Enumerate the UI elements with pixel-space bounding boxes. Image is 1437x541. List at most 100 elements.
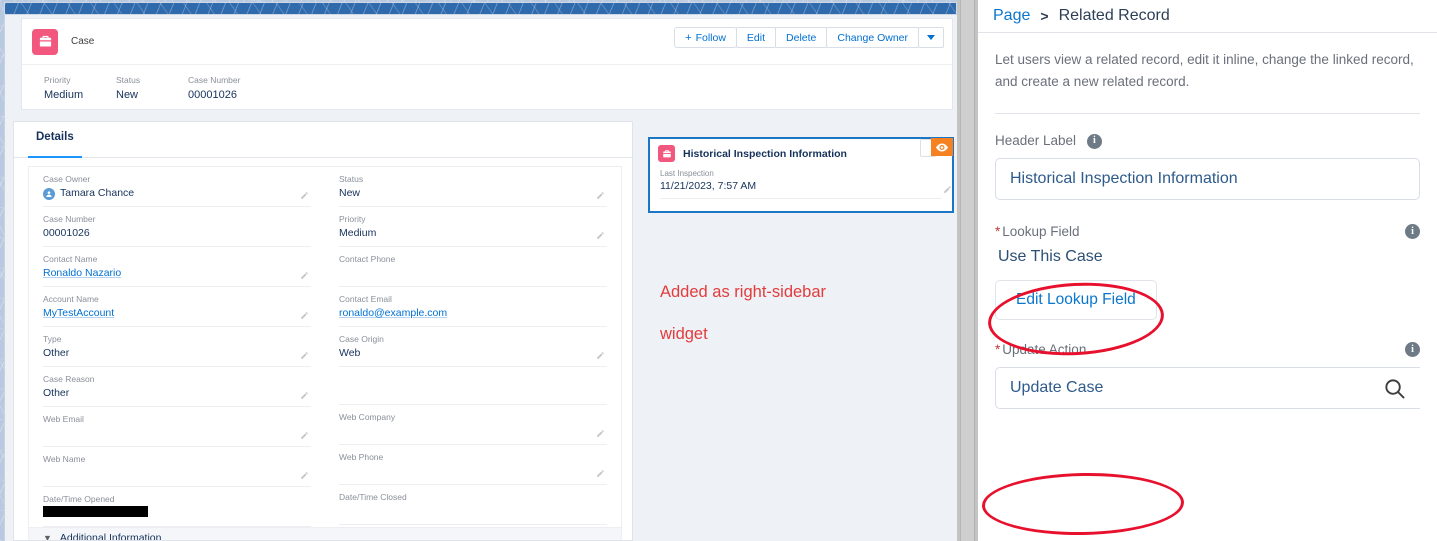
field-label: Web Name bbox=[43, 454, 86, 464]
field-value: New bbox=[339, 187, 361, 199]
edit-pencil-icon[interactable] bbox=[300, 351, 309, 360]
field-value: 00001026 bbox=[43, 227, 90, 239]
edit-pencil-icon[interactable] bbox=[300, 311, 309, 320]
info-icon[interactable]: i bbox=[1405, 224, 1420, 239]
field-label: Account Name bbox=[43, 294, 99, 304]
field-value-link[interactable]: ronaldo@example.com bbox=[339, 306, 607, 321]
field-value: Other bbox=[43, 387, 70, 399]
edit-pencil-icon[interactable] bbox=[300, 471, 309, 480]
edit-pencil-icon[interactable] bbox=[943, 185, 952, 194]
field-case-number: Case Number 00001026 bbox=[43, 207, 311, 247]
edit-pencil-icon[interactable] bbox=[596, 191, 605, 200]
change-owner-button[interactable]: Change Owner bbox=[826, 27, 919, 48]
field-value bbox=[43, 466, 311, 481]
widget-title: Historical Inspection Information bbox=[683, 147, 847, 160]
section-header-label: Additional Information bbox=[59, 532, 162, 540]
highlight-priority: Priority Medium bbox=[44, 74, 116, 103]
preview-content-region: Case + Follow Edit Delete Change Owner P… bbox=[4, 15, 957, 541]
field-account-name: Account Name MyTestAccount bbox=[43, 287, 311, 327]
highlight-status: Status New bbox=[116, 74, 188, 103]
record-action-buttons: + Follow Edit Delete Change Owner bbox=[674, 27, 944, 48]
required-marker: * bbox=[995, 224, 1001, 239]
highlights-fields: Priority Medium Status New Case Number 0… bbox=[22, 65, 952, 103]
edit-pencil-icon[interactable] bbox=[596, 351, 605, 360]
highlight-priority-label: Priority bbox=[44, 75, 71, 85]
update-action-value: Update Case bbox=[1010, 379, 1104, 396]
related-record-widget[interactable]: Historical Inspection Information Last I… bbox=[648, 137, 954, 213]
info-icon[interactable]: i bbox=[1086, 133, 1102, 149]
details-card: Details Case Owner Tamara Chance Case Nu… bbox=[13, 121, 633, 541]
field-label: Type bbox=[43, 334, 62, 344]
breadcrumb-page-link[interactable]: Page bbox=[993, 7, 1030, 25]
field-value bbox=[339, 266, 607, 281]
field-value-link[interactable]: Tamara Chance bbox=[60, 186, 134, 201]
field-value-row: Tamara Chance bbox=[43, 186, 311, 201]
field-case-owner: Case Owner Tamara Chance bbox=[43, 167, 311, 207]
delete-button[interactable]: Delete bbox=[775, 27, 828, 48]
details-column-right: Status New Priority Medium Contact Phone… bbox=[325, 167, 621, 527]
widget-header: Historical Inspection Information bbox=[650, 138, 953, 166]
gutter-track[interactable] bbox=[960, 0, 975, 541]
panel-divider bbox=[995, 113, 1420, 114]
header-label-text: Header Label bbox=[995, 133, 1077, 148]
preview-right-sidebar: Historical Inspection Information Last I… bbox=[638, 121, 958, 541]
record-tabs: Details bbox=[14, 122, 632, 158]
info-icon[interactable]: i bbox=[1405, 342, 1420, 357]
header-label-input[interactable]: Historical Inspection Information bbox=[995, 158, 1420, 200]
required-marker: * bbox=[995, 342, 1001, 357]
eye-icon[interactable] bbox=[931, 138, 953, 156]
edit-pencil-icon[interactable] bbox=[596, 429, 605, 438]
field-value bbox=[43, 426, 311, 441]
field-web-email: Web Email bbox=[43, 407, 311, 447]
update-action-combobox[interactable]: Update Case bbox=[995, 367, 1420, 409]
field-label: Date/Time Opened bbox=[43, 494, 115, 504]
component-description: Let users view a related record, edit it… bbox=[995, 52, 1414, 89]
update-action-label: Update Action bbox=[1002, 342, 1087, 357]
edit-pencil-icon[interactable] bbox=[300, 191, 309, 200]
field-value: Other bbox=[43, 347, 70, 359]
breadcrumb: Page > Related Record bbox=[978, 0, 1437, 33]
field-label: Case Reason bbox=[43, 374, 95, 384]
widget-body: Last Inspection 11/21/2023, 7:57 AM bbox=[650, 166, 952, 199]
field-case-origin: Case Origin Web bbox=[339, 327, 607, 367]
edit-pencil-icon[interactable] bbox=[596, 231, 605, 240]
field-value-link[interactable]: MyTestAccount bbox=[43, 306, 311, 321]
follow-button[interactable]: + Follow bbox=[674, 27, 737, 48]
edit-lookup-field-button[interactable]: Edit Lookup Field bbox=[995, 280, 1157, 320]
plus-icon: + bbox=[685, 31, 692, 44]
edit-button[interactable]: Edit bbox=[735, 27, 777, 48]
field-spacer bbox=[339, 367, 607, 405]
edit-pencil-icon[interactable] bbox=[300, 271, 309, 280]
search-icon[interactable] bbox=[1383, 377, 1406, 400]
edit-pencil-icon[interactable] bbox=[300, 431, 309, 440]
redaction-bar bbox=[43, 506, 148, 517]
field-contact-phone: Contact Phone bbox=[339, 247, 607, 287]
edit-pencil-icon[interactable] bbox=[300, 391, 309, 400]
field-datetime-opened: Date/Time Opened bbox=[43, 487, 311, 527]
field-priority: Priority Medium bbox=[339, 207, 607, 247]
lookup-field-caption: * Lookup Field bbox=[995, 222, 1420, 242]
object-type-label: Case bbox=[71, 36, 95, 47]
highlight-status-value: New bbox=[116, 89, 139, 101]
field-value bbox=[339, 464, 607, 479]
panel-resize-gutter[interactable] bbox=[957, 0, 978, 541]
field-label: Date/Time Closed bbox=[339, 492, 407, 502]
field-contact-name: Contact Name Ronaldo Nazario bbox=[43, 247, 311, 287]
follow-button-label: Follow bbox=[695, 31, 726, 44]
field-value-link[interactable]: Ronaldo Nazario bbox=[43, 266, 311, 281]
field-value bbox=[339, 504, 607, 519]
tab-details[interactable]: Details bbox=[28, 122, 82, 158]
field-label: Contact Email bbox=[339, 294, 392, 304]
field-value: Web bbox=[339, 347, 361, 359]
header-label-caption: Header Label i bbox=[995, 131, 1420, 151]
field-value: Medium bbox=[339, 227, 377, 239]
field-label: Web Email bbox=[43, 414, 84, 424]
more-actions-button[interactable] bbox=[918, 27, 944, 48]
field-label: Priority bbox=[339, 214, 366, 224]
edit-pencil-icon[interactable] bbox=[596, 469, 605, 478]
section-header-additional-information[interactable]: ▼ Additional Information bbox=[29, 527, 621, 540]
avatar bbox=[43, 187, 55, 200]
update-action-caption: * Update Action bbox=[995, 340, 1420, 360]
case-briefcase-icon bbox=[658, 145, 675, 162]
annotation-line-2: widget bbox=[660, 325, 708, 343]
